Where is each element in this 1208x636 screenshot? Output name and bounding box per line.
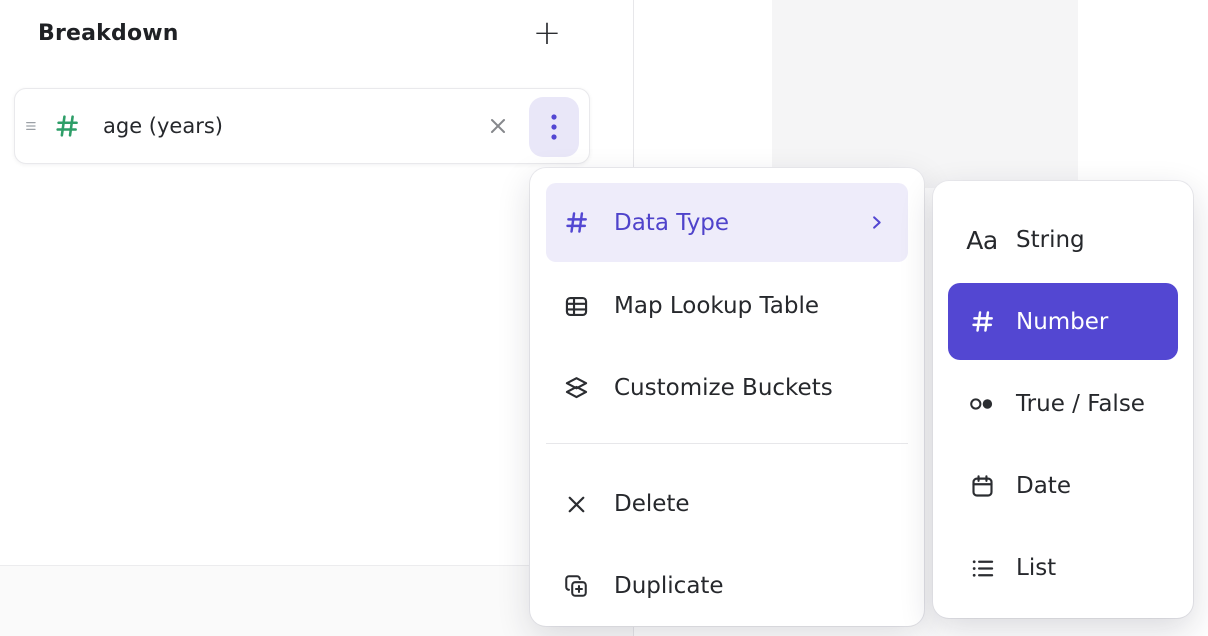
submenu-item-list[interactable]: List — [948, 528, 1178, 608]
field-options-menu: Data Type Map Lookup Table — [530, 168, 924, 626]
submenu-item-label: Number — [1016, 309, 1108, 335]
menu-item-label: Map Lookup Table — [614, 293, 819, 319]
submenu-item-true-false[interactable]: True / False — [948, 364, 1178, 444]
menu-item-map-lookup-table[interactable]: Map Lookup Table — [546, 266, 908, 346]
page-title: Breakdown — [38, 21, 179, 46]
layers-icon — [560, 375, 592, 402]
app-screen: Breakdown + age (years) — [0, 0, 1208, 636]
boolean-circles-icon — [962, 392, 1002, 416]
submenu-item-label: List — [1016, 555, 1056, 581]
submenu-item-string[interactable]: Aa String — [948, 200, 1178, 280]
menu-item-label: Delete — [614, 491, 690, 517]
copy-plus-icon — [560, 573, 592, 599]
submenu-item-number[interactable]: Number — [948, 283, 1178, 360]
breakdown-field-card[interactable]: age (years) — [14, 88, 590, 164]
menu-item-label: Data Type — [614, 210, 729, 236]
menu-item-duplicate[interactable]: Duplicate — [546, 546, 908, 626]
menu-item-label: Customize Buckets — [614, 375, 833, 401]
menu-item-delete[interactable]: Delete — [546, 464, 908, 544]
drag-handle-icon[interactable] — [23, 117, 41, 135]
field-name: age (years) — [103, 114, 223, 138]
table-icon — [560, 293, 592, 320]
chevron-right-icon — [867, 213, 886, 232]
data-type-submenu: Aa String Number True / False — [933, 181, 1193, 618]
text-icon: Aa — [962, 226, 1002, 255]
add-breakdown-button[interactable]: + — [530, 16, 564, 50]
x-icon — [560, 492, 592, 517]
remove-field-icon[interactable] — [486, 114, 510, 138]
submenu-item-label: Date — [1016, 473, 1071, 499]
menu-item-data-type[interactable]: Data Type — [546, 183, 908, 262]
menu-separator — [546, 443, 908, 444]
hash-icon — [560, 209, 592, 236]
submenu-item-label: String — [1016, 227, 1085, 253]
calendar-icon — [962, 473, 1002, 500]
menu-item-label: Duplicate — [614, 573, 724, 599]
breakdown-header: Breakdown + — [38, 12, 564, 54]
menu-item-customize-buckets[interactable]: Customize Buckets — [546, 348, 908, 428]
submenu-item-label: True / False — [1016, 391, 1145, 417]
field-options-button[interactable] — [529, 97, 579, 157]
hash-icon — [962, 308, 1002, 335]
number-type-icon — [53, 112, 81, 140]
list-icon — [962, 555, 1002, 582]
canvas-placeholder — [772, 0, 1078, 188]
submenu-item-date[interactable]: Date — [948, 446, 1178, 526]
